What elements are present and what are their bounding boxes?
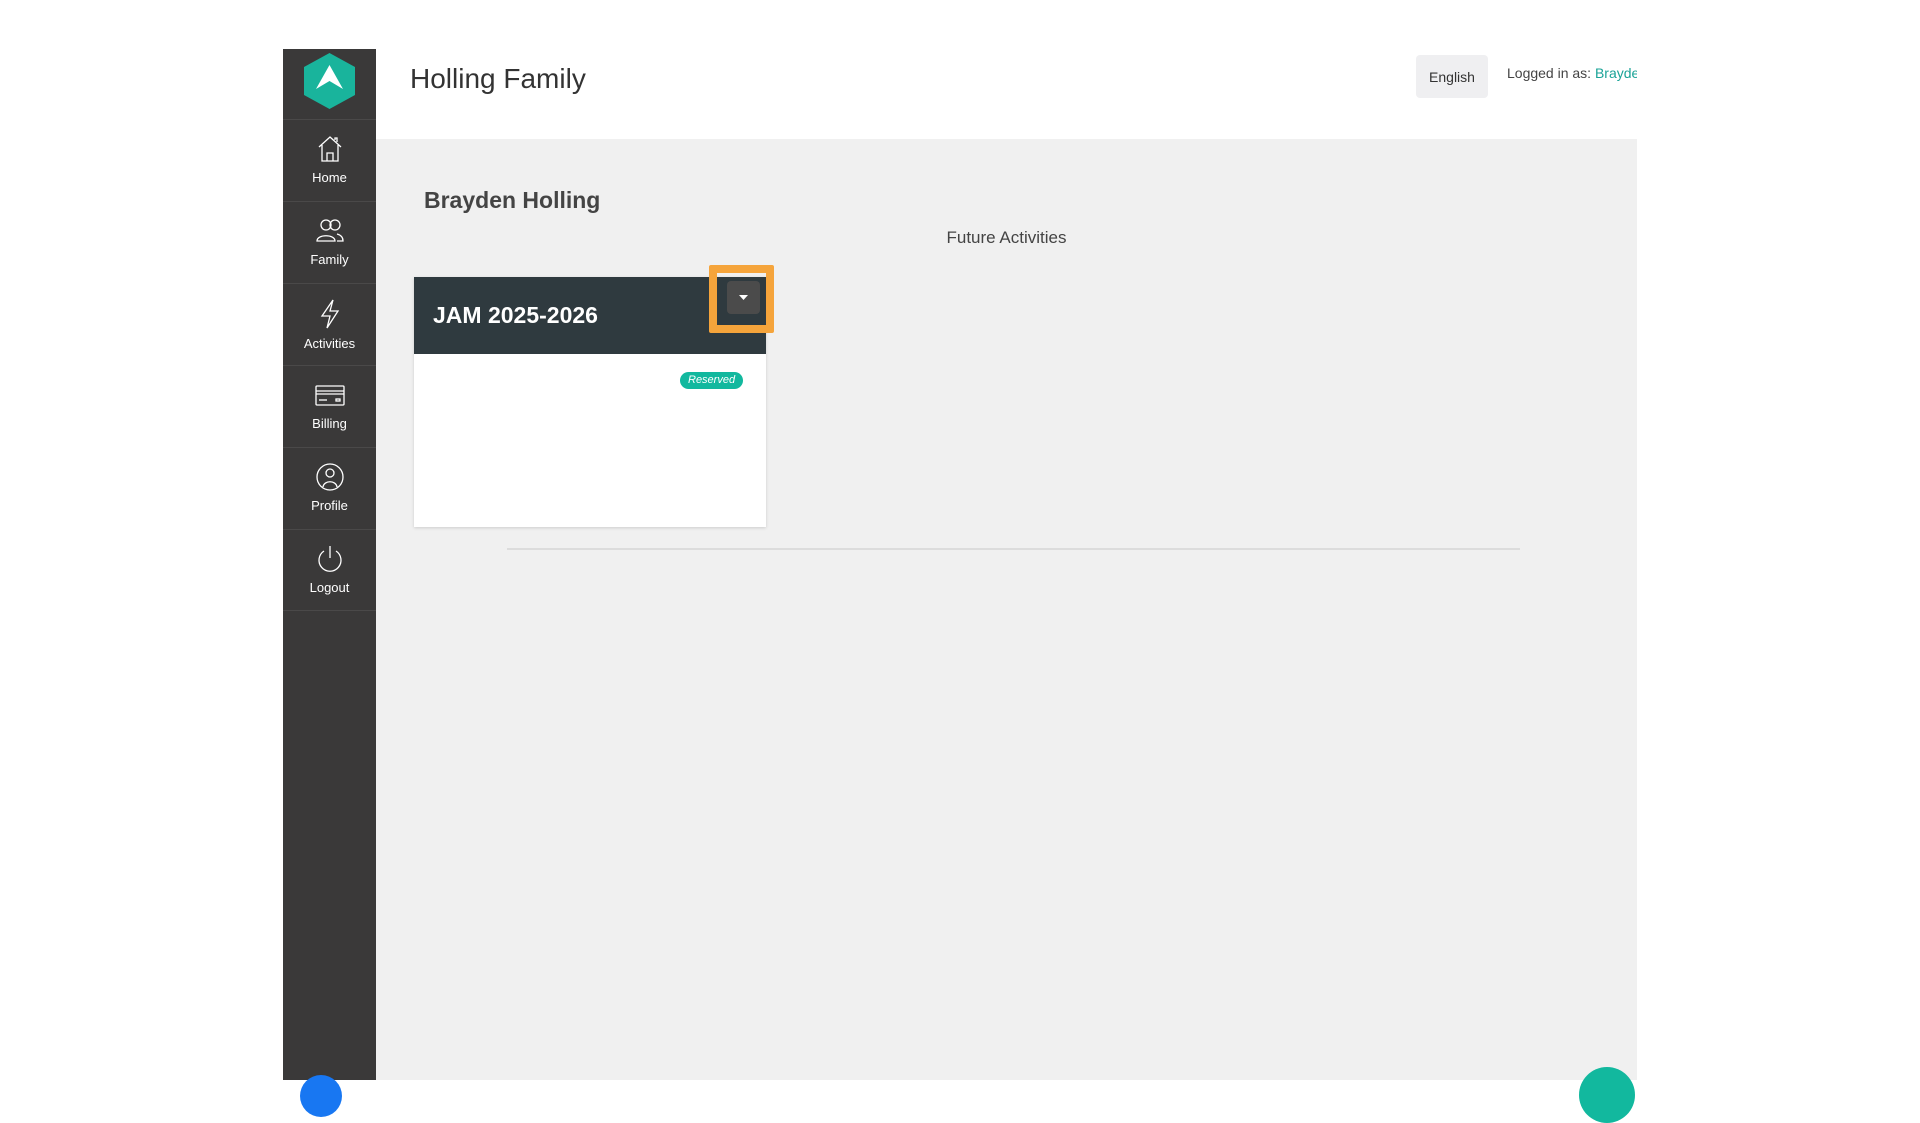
sidebar-item-profile[interactable]: Profile <box>283 447 376 529</box>
sidebar-item-logout[interactable]: Logout <box>283 529 376 611</box>
user-profile-link[interactable]: Brayden Holling <box>1595 65 1637 81</box>
power-icon <box>317 546 342 572</box>
app-frame: Home Family Activities Billing Profile L… <box>283 49 1637 1080</box>
sidebar-item-label: Profile <box>311 498 348 513</box>
member-name-heading: Brayden Holling <box>424 187 601 213</box>
status-badge: Reserved <box>680 372 744 389</box>
sidebar-item-billing[interactable]: Billing <box>283 365 376 447</box>
activity-options-dropdown-button[interactable] <box>727 281 760 314</box>
credit-card-icon <box>314 385 345 406</box>
sidebar-item-family[interactable]: Family <box>283 201 376 283</box>
profile-icon <box>315 463 344 491</box>
caret-down-icon <box>739 294 748 300</box>
section-title: Future Activities <box>946 228 1067 247</box>
section-divider <box>507 548 1520 550</box>
logged-in-label: Logged in as: <box>1507 65 1592 81</box>
activity-card[interactable]: JAM 2025-2026 Reserved <box>414 265 774 527</box>
sidebar-item-activities[interactable]: Activities <box>283 283 376 365</box>
logged-in-status: Logged in as: Brayden Holling <box>1507 65 1637 81</box>
lightning-icon <box>320 299 339 329</box>
home-icon <box>318 136 341 162</box>
page-title: Holling Family <box>410 63 586 94</box>
main-content: Brayden Holling Future Activities JAM 20… <box>376 139 1637 1080</box>
app-logo[interactable] <box>304 53 355 109</box>
sidebar-item-home[interactable]: Home <box>283 119 376 201</box>
sidebar: Home Family Activities Billing Profile L… <box>283 49 376 1080</box>
help-widget-button[interactable] <box>300 1075 342 1117</box>
sidebar-item-label: Family <box>310 252 349 267</box>
family-icon <box>315 219 344 242</box>
language-selector[interactable]: English <box>1416 55 1488 98</box>
chat-button[interactable] <box>1579 1067 1635 1123</box>
sidebar-item-label: Activities <box>303 336 356 351</box>
sidebar-item-label: Home <box>312 170 347 185</box>
page-header: Holling Family English Logged in as: Bra… <box>376 49 1637 139</box>
sidebar-item-label: Billing <box>312 416 347 431</box>
sidebar-item-label: Logout <box>309 580 350 595</box>
activity-card-title: JAM 2025-2026 <box>433 302 598 328</box>
